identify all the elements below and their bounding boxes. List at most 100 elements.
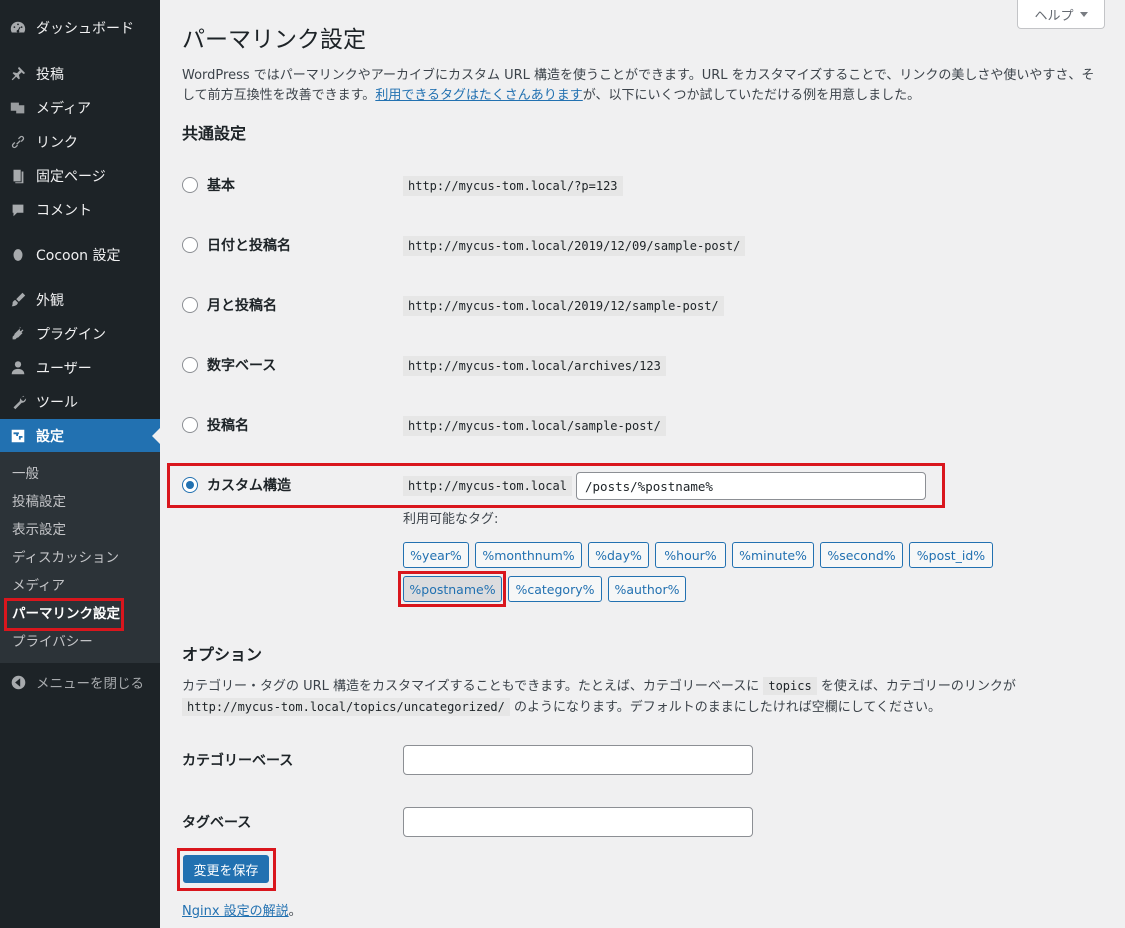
radio-option-numeric[interactable]: 数字ベース [182, 354, 276, 376]
tag-button-post-id[interactable]: %post_id% [909, 542, 993, 568]
menu-item-comments[interactable]: コメント [0, 193, 160, 227]
intro-text-after: が、以下にいくつか試していただける例を用意しました。 [582, 88, 921, 103]
available-tags-link[interactable]: 利用できるタグはたくさんあります [375, 88, 582, 103]
help-button[interactable]: ヘルプ [1017, 0, 1105, 29]
menu-item-users[interactable]: ユーザー [0, 351, 160, 385]
collapse-arrow-icon [0, 674, 36, 691]
radio-label: 日付と投稿名 [207, 238, 291, 254]
options-desc-text: カテゴリー・タグの URL 構造をカスタマイズすることもできます。たとえば、カテ… [182, 679, 760, 694]
options-desc-text: のようになります。デフォルトのままにしたければ空欄にしてください。 [514, 700, 941, 715]
tag-button-day[interactable]: %day% [588, 542, 649, 568]
radio-label: カスタム構造 [207, 478, 291, 494]
menu-item-media[interactable]: メディア [0, 91, 160, 125]
tag-button-year[interactable]: %year% [403, 542, 469, 568]
url-sample: http://mycus-tom.local/sample-post/ [403, 416, 666, 436]
collapse-label: メニューを閉じる [36, 676, 144, 692]
admin-sidebar: ダッシュボード 投稿 メディア リンク 固定ページ コメント Cocoon 設定… [0, 0, 160, 928]
options-description: カテゴリー・タグの URL 構造をカスタマイズすることもできます。たとえば、カテ… [182, 676, 1102, 718]
chevron-down-icon [1079, 11, 1088, 17]
brush-icon [0, 283, 36, 317]
submenu-privacy[interactable]: プライバシー [12, 631, 93, 653]
menu-item-pages[interactable]: 固定ページ [0, 159, 160, 193]
submenu-discussion[interactable]: ディスカッション [12, 547, 119, 569]
menu-label: メディア [36, 101, 92, 117]
common-settings-heading: 共通設定 [182, 124, 247, 143]
submenu-permalinks[interactable]: パーマリンク設定 [12, 603, 120, 625]
link-icon [0, 125, 36, 159]
menu-item-appearance[interactable]: 外観 [0, 283, 160, 317]
radio-label: 数字ベース [207, 358, 277, 374]
menu-item-dashboard[interactable]: ダッシュボード [0, 11, 160, 45]
submenu-writing[interactable]: 投稿設定 [12, 491, 66, 513]
wrench-icon [0, 385, 36, 419]
user-icon [0, 351, 36, 385]
radio-label: 月と投稿名 [207, 298, 277, 314]
nginx-settings-link[interactable]: Nginx 設定の解説 [182, 904, 289, 919]
radio-button[interactable] [182, 297, 198, 313]
tag-button-monthnum[interactable]: %monthnum% [475, 542, 582, 568]
submenu-general[interactable]: 一般 [12, 463, 39, 485]
custom-structure-input[interactable]: /posts/%postname% [576, 472, 926, 500]
menu-label: 設定 [36, 429, 64, 445]
url-sample: http://mycus-tom.local/?p=123 [403, 176, 623, 196]
tag-button-second[interactable]: %second% [820, 542, 903, 568]
menu-item-cocoon[interactable]: Cocoon 設定 [0, 238, 160, 272]
category-base-input[interactable] [403, 745, 753, 775]
url-sample: http://mycus-tom.local/2019/12/09/sample… [403, 236, 746, 256]
menu-label: 外観 [36, 293, 64, 309]
intro-description: WordPress ではパーマリンクやアーカイブにカスタム URL 構造を使うこ… [182, 66, 1102, 106]
menu-label: ユーザー [36, 361, 92, 377]
tag-button-hour[interactable]: %hour% [655, 542, 726, 568]
radio-option-day-name[interactable]: 日付と投稿名 [182, 234, 291, 256]
menu-item-settings[interactable]: 設定 [0, 419, 160, 453]
menu-label: 固定ページ [36, 169, 106, 185]
code-topics: topics [763, 677, 817, 695]
url-sample: http://mycus-tom.local/archives/123 [403, 356, 666, 376]
available-tags-label: 利用可能なタグ: [403, 512, 499, 527]
radio-label: 投稿名 [207, 418, 249, 434]
tag-base-input[interactable] [403, 807, 753, 837]
pin-icon [0, 57, 36, 91]
code-example-url: http://mycus-tom.local/topics/uncategori… [182, 698, 510, 716]
tag-button-author[interactable]: %author% [608, 576, 686, 602]
submenu-media[interactable]: メディア [12, 575, 65, 597]
radio-button[interactable] [182, 237, 198, 253]
radio-option-post-name[interactable]: 投稿名 [182, 414, 249, 436]
menu-item-links[interactable]: リンク [0, 125, 160, 159]
radio-button[interactable] [182, 357, 198, 373]
menu-label: 投稿 [36, 67, 64, 83]
options-heading: オプション [182, 645, 263, 664]
menu-item-plugins[interactable]: プラグイン [0, 317, 160, 351]
menu-item-posts[interactable]: 投稿 [0, 57, 160, 91]
tag-base-label: タグベース [182, 815, 252, 831]
tag-button-minute[interactable]: %minute% [732, 542, 814, 568]
menu-item-tools[interactable]: ツール [0, 385, 160, 419]
menu-label: Cocoon 設定 [36, 248, 121, 264]
save-changes-button[interactable]: 変更を保存 [183, 855, 269, 883]
custom-url-prefix: http://mycus-tom.local [403, 476, 572, 496]
comment-icon [0, 193, 36, 227]
options-desc-text: を使えば、カテゴリーのリンクが [820, 679, 1016, 694]
radio-button[interactable] [182, 177, 198, 193]
radio-button-checked[interactable] [182, 477, 198, 493]
menu-label: ダッシュボード [36, 21, 134, 37]
menu-label: リンク [36, 135, 78, 151]
media-icon [0, 91, 36, 125]
radio-option-custom[interactable]: カスタム構造 [182, 474, 291, 496]
nginx-help: Nginx 設定の解説。 [182, 900, 302, 919]
radio-button[interactable] [182, 417, 198, 433]
menu-label: コメント [36, 203, 92, 219]
plugin-icon [0, 317, 36, 351]
tag-button-postname[interactable]: %postname% [403, 576, 502, 602]
dashboard-icon [0, 11, 36, 45]
settings-icon [0, 419, 36, 453]
collapse-menu-button[interactable]: メニューを閉じる [0, 668, 160, 696]
submenu-reading[interactable]: 表示設定 [12, 519, 66, 541]
tag-button-category[interactable]: %category% [508, 576, 602, 602]
menu-label: プラグイン [36, 327, 106, 343]
cocoon-icon [0, 238, 36, 272]
radio-option-month-name[interactable]: 月と投稿名 [182, 294, 277, 316]
category-base-label: カテゴリーベース [182, 753, 294, 769]
radio-option-plain[interactable]: 基本 [182, 174, 235, 196]
page-title: パーマリンク設定 [182, 27, 366, 53]
